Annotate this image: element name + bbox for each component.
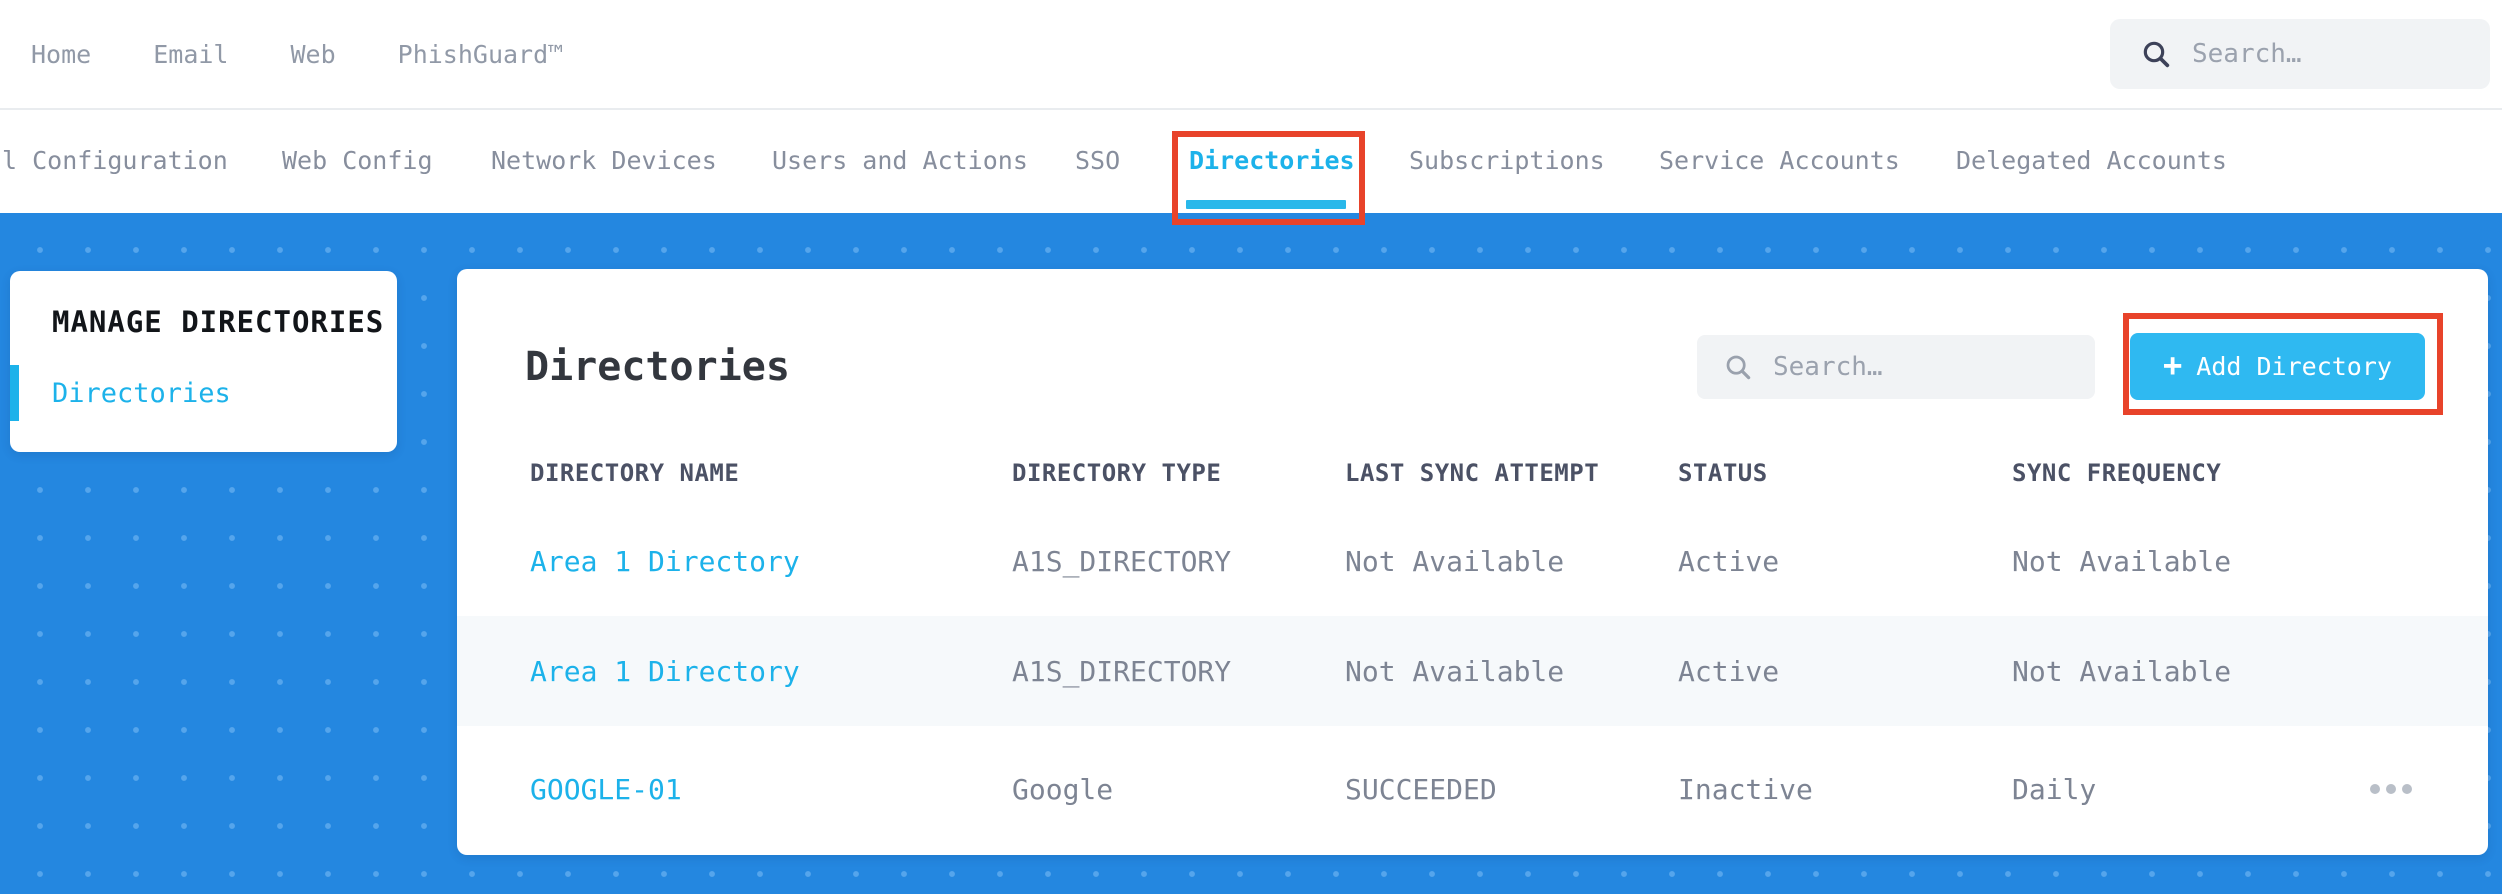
top-nav: Home Email Web PhishGuard™ — [0, 40, 563, 69]
tab-users-and-actions[interactable]: Users and Actions — [772, 146, 1028, 175]
table-header-row: DIRECTORY NAME DIRECTORY TYPE LAST SYNC … — [457, 440, 2488, 506]
sync-frequency-cell: Not Available — [2012, 654, 2232, 688]
column-header-sync-frequency: SYNC FREQUENCY — [2012, 459, 2222, 487]
sync-frequency-cell: Daily — [2012, 772, 2097, 806]
directory-type-cell: A1S_DIRECTORY — [1012, 544, 1232, 578]
status-cell: Active — [1678, 544, 1780, 578]
tab-web-config[interactable]: Web Config — [282, 146, 433, 175]
secondary-navigation-bar: l Configuration Web Config Network Devic… — [0, 110, 2502, 225]
directory-type-cell: A1S_DIRECTORY — [1012, 654, 1232, 688]
column-header-last-sync-attempt: LAST SYNC ATTEMPT — [1345, 459, 1600, 487]
global-search-input[interactable] — [2192, 39, 2437, 69]
table-row: GOOGLE-01 Google SUCCEEDED Inactive Dail… — [457, 726, 2488, 852]
sidebar-item-directories[interactable]: Directories — [10, 365, 397, 421]
directory-name-link[interactable]: Area 1 Directory — [530, 545, 1012, 578]
plus-icon: + — [2163, 346, 2183, 384]
page: Home Email Web PhishGuard™ l Configurati… — [0, 0, 2502, 894]
content-area: MANAGE DIRECTORIES Directories Directori… — [0, 213, 2502, 894]
topnav-item-home[interactable]: Home — [31, 40, 91, 69]
directories-table: DIRECTORY NAME DIRECTORY TYPE LAST SYNC … — [457, 440, 2488, 852]
last-sync-attempt-cell: Not Available — [1345, 544, 1565, 578]
panel-header-actions: + Add Directory — [1697, 333, 2425, 400]
global-search-box[interactable] — [2110, 19, 2490, 89]
add-directory-button[interactable]: + Add Directory — [2130, 333, 2425, 400]
search-icon — [2143, 41, 2170, 68]
tab-subscriptions[interactable]: Subscriptions — [1409, 146, 1605, 175]
directories-search-input[interactable] — [1773, 351, 2034, 382]
topnav-item-email[interactable]: Email — [153, 40, 228, 69]
column-header-directory-type: DIRECTORY TYPE — [1012, 459, 1222, 487]
search-icon — [1726, 355, 1751, 379]
tab-directories[interactable]: Directories — [1189, 146, 1355, 175]
page-title: Directories — [525, 343, 790, 390]
column-header-directory-name: DIRECTORY NAME — [530, 459, 740, 487]
directory-type-cell: Google — [1012, 772, 1114, 806]
directories-panel: Directories + Add Directory — [457, 269, 2488, 855]
tab-service-accounts[interactable]: Service Accounts — [1659, 146, 1900, 175]
tab-delegated-accounts[interactable]: Delegated Accounts — [1956, 146, 2227, 175]
manage-directories-card: MANAGE DIRECTORIES Directories — [10, 271, 397, 452]
status-cell: Active — [1678, 654, 1780, 688]
topnav-item-web[interactable]: Web — [290, 40, 335, 69]
add-directory-button-label: Add Directory — [2196, 352, 2392, 381]
last-sync-attempt-cell: SUCCEEDED — [1345, 772, 1497, 806]
sidebar-item-label: Directories — [52, 377, 231, 409]
directory-name-link[interactable]: GOOGLE-01 — [530, 773, 1012, 806]
table-row: Area 1 Directory A1S_DIRECTORY Not Avail… — [457, 616, 2488, 726]
last-sync-attempt-cell: Not Available — [1345, 654, 1565, 688]
side-card-heading: MANAGE DIRECTORIES — [52, 305, 385, 339]
directories-search-box[interactable] — [1697, 334, 2095, 399]
directory-name-link[interactable]: Area 1 Directory — [530, 655, 1012, 688]
active-tab-underline — [1186, 200, 1346, 209]
table-row: Area 1 Directory A1S_DIRECTORY Not Avail… — [457, 506, 2488, 616]
tab-sso[interactable]: SSO — [1075, 146, 1120, 175]
row-actions-ellipsis-icon[interactable] — [2370, 774, 2412, 804]
panel-header: Directories + Add Directory — [525, 333, 2425, 400]
topnav-item-phishguard[interactable]: PhishGuard™ — [398, 40, 564, 69]
column-header-status: STATUS — [1678, 459, 1768, 487]
tab-network-devices[interactable]: Network Devices — [491, 146, 717, 175]
top-navigation-bar: Home Email Web PhishGuard™ — [0, 0, 2502, 110]
sync-frequency-cell: Not Available — [2012, 544, 2232, 578]
active-item-accent-bar — [10, 365, 19, 421]
tab-email-configuration[interactable]: l Configuration — [2, 146, 228, 175]
status-cell: Inactive — [1678, 772, 1813, 806]
